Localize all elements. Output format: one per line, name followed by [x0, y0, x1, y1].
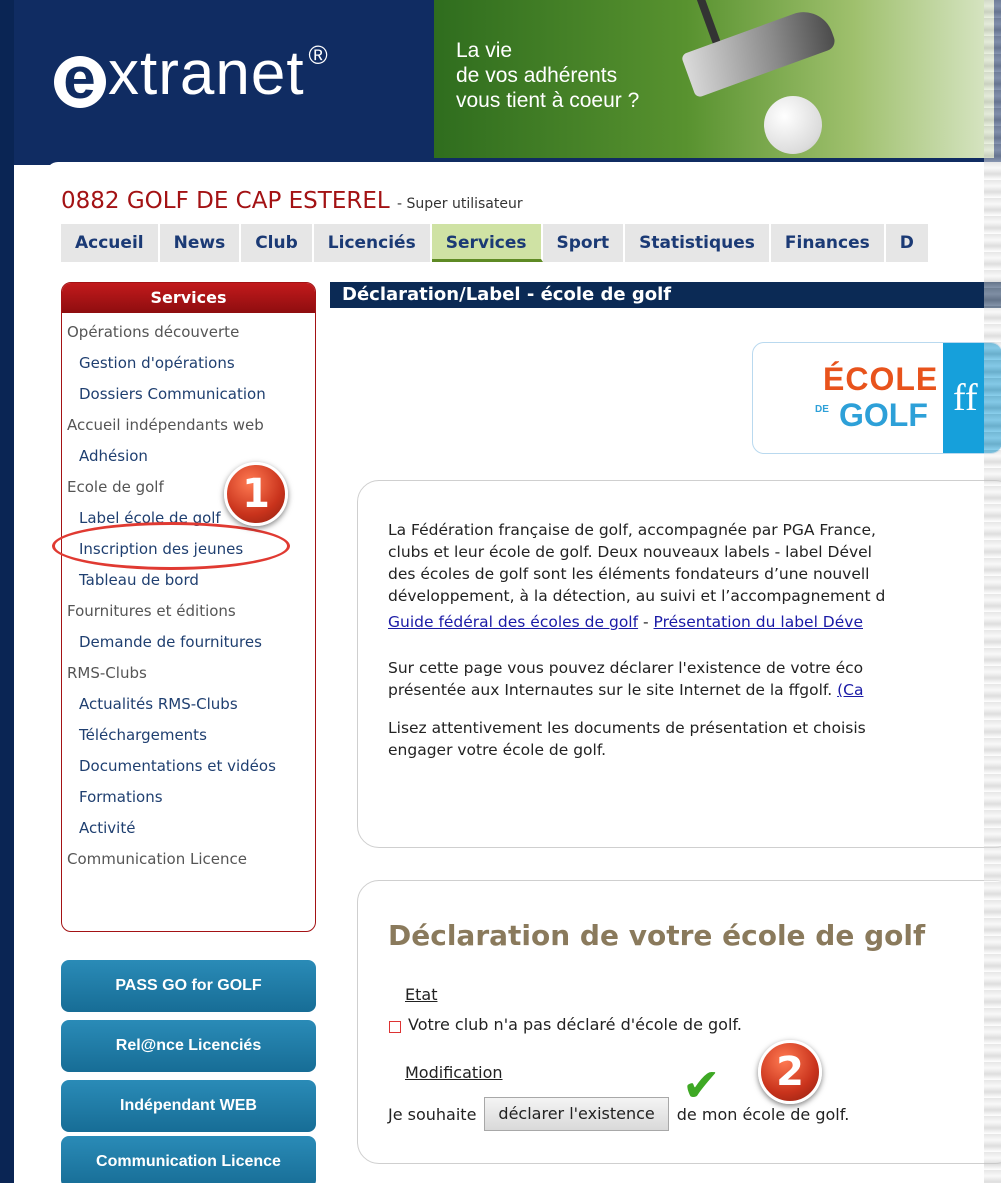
tab-statistiques[interactable]: Statistiques — [625, 224, 771, 262]
sidebar-category: Accueil indépendants web — [67, 416, 264, 434]
card-link[interactable]: (Ca — [837, 681, 863, 699]
golf-word: GOLF — [839, 397, 928, 433]
left-edge-bar — [0, 0, 14, 1183]
modification-label: Modification — [405, 1063, 503, 1082]
sidebar-item-formations[interactable]: Formations — [62, 782, 315, 813]
ecole-logo-mark: ÉCOLE DE GOLF — [809, 361, 939, 441]
step-marker-2: 2 — [758, 1040, 822, 1104]
status-box-icon — [389, 1021, 401, 1033]
sidebar-title: Services — [62, 283, 315, 313]
relance-licencies-button[interactable]: Rel@nce Licenciés — [61, 1020, 316, 1072]
modif-prefix: Je souhaite — [388, 1104, 477, 1124]
step-marker-1: 1 — [224, 462, 288, 526]
page-title: Déclaration/Label - école de golf — [330, 282, 1001, 308]
etat-label: Etat — [405, 985, 438, 1004]
sidebar-category: Opérations découverte — [67, 323, 240, 341]
tab-club[interactable]: Club — [241, 224, 314, 262]
intro-line: La Fédération française de golf, accompa… — [388, 521, 876, 539]
logo-e: e — [54, 50, 106, 108]
main-nav-tabs: Accueil News Club Licenciés Services Spo… — [61, 224, 930, 262]
etat-status-text: Votre club n'a pas déclaré d'école de go… — [408, 1015, 742, 1034]
tab-accueil[interactable]: Accueil — [61, 224, 160, 262]
tab-finances[interactable]: Finances — [770, 224, 886, 262]
para2-line: Sur cette page vous pouvez déclarer l'ex… — [388, 659, 864, 677]
pass-go-button[interactable]: PASS GO for GOLF — [61, 960, 316, 1012]
page: e xtranet ® La vie de vos adhérents vous t… — [0, 0, 1001, 1183]
sidebar-item-telechargements[interactable]: Téléchargements — [62, 720, 315, 751]
intro-line: des écoles de golf sont les éléments fon… — [388, 565, 870, 583]
declaration-panel: Déclaration de votre école de golf Etat … — [357, 880, 1001, 1164]
ecole-de-golf-logo: ÉCOLE DE GOLF ff — [752, 342, 1001, 454]
services-sidebar: Services Opérations découverte Gestion d… — [61, 282, 316, 932]
communication-licence-button[interactable]: Communication Licence — [61, 1136, 316, 1183]
presentation-label-link[interactable]: Présentation du label Déve — [654, 613, 863, 631]
club-name: 0882 GOLF DE CAP ESTEREL — [61, 188, 390, 214]
tab-services[interactable]: Services — [431, 224, 543, 262]
sidebar-item-documentations[interactable]: Documentations et vidéos — [62, 751, 315, 782]
banner-text: La vie de vos adhérents vous tient à coe… — [456, 38, 639, 113]
extranet-logo[interactable]: e xtranet ® — [54, 38, 329, 109]
guide-federal-link[interactable]: Guide fédéral des écoles de golf — [388, 613, 638, 631]
header: e xtranet ® La vie de vos adhérents vous t… — [14, 0, 1001, 165]
user-role: - Super utilisateur — [397, 196, 523, 212]
sidebar-item-gestion-operations[interactable]: Gestion d'opérations — [62, 348, 315, 379]
sidebar-item-adhesion[interactable]: Adhésion — [62, 441, 315, 472]
declaration-paragraph: Sur cette page vous pouvez déclarer l'ex… — [388, 657, 863, 701]
sidebar-item-dossiers-communication[interactable]: Dossiers Communication — [62, 379, 315, 410]
tab-sport[interactable]: Sport — [542, 224, 626, 262]
tab-licencies[interactable]: Licenciés — [313, 224, 432, 262]
para3-line: engager votre école de golf. — [388, 741, 607, 759]
sidebar-category: Fournitures et éditions — [67, 602, 236, 620]
intro-panel: La Fédération française de golf, accompa… — [357, 480, 1001, 848]
sidebar-item-communication-licence[interactable]: Communication Licence — [62, 844, 315, 875]
tab-documents[interactable]: D — [885, 224, 930, 262]
independant-web-button[interactable]: Indépendant WEB — [61, 1080, 316, 1132]
banner-line: de vos adhérents — [456, 64, 618, 87]
sidebar-item-activite[interactable]: Activité — [62, 813, 315, 844]
declarer-existence-button[interactable]: déclarer l'existence — [484, 1097, 669, 1131]
sidebar-item-actualites-rms[interactable]: Actualités RMS-Clubs — [62, 689, 315, 720]
golf-ball-image — [764, 96, 822, 154]
ecole-word: ÉCOLE — [823, 361, 939, 397]
sidebar-item-demande-fournitures[interactable]: Demande de fournitures — [62, 627, 315, 658]
banner-line: vous tient à coeur ? — [456, 89, 640, 112]
para2-line: présentée aux Internautes sur le site In… — [388, 679, 863, 701]
intro-line: développement, à la détection, au suivi … — [388, 587, 886, 605]
torn-edge — [984, 0, 1001, 1183]
banner-line: La vie — [456, 39, 513, 62]
tab-news[interactable]: News — [159, 224, 242, 262]
intro-paragraph: La Fédération française de golf, accompa… — [388, 519, 885, 607]
instruction-paragraph: Lisez attentivement les documents de pré… — [388, 717, 866, 761]
logo-text: xtranet — [108, 39, 305, 108]
intro-line: clubs et leur école de golf. Deux nouvea… — [388, 543, 872, 561]
checkmark-icon: ✔ — [682, 1058, 721, 1112]
club-title: 0882 GOLF DE CAP ESTEREL - Super utilisa… — [61, 188, 523, 214]
declaration-title: Déclaration de votre école de golf — [388, 919, 926, 952]
highlight-ellipse — [52, 522, 290, 570]
links-line: Guide fédéral des écoles de golf - Prése… — [388, 611, 863, 633]
de-word: DE — [815, 404, 829, 415]
sidebar-category: RMS-Clubs — [67, 664, 147, 682]
golf-banner[interactable]: La vie de vos adhérents vous tient à coe… — [434, 0, 994, 158]
logo-mark: ® — [308, 40, 329, 70]
para3-line: Lisez attentivement les documents de pré… — [388, 719, 866, 737]
link-separator: - — [638, 613, 654, 631]
para2-text: présentée aux Internautes sur le site In… — [388, 681, 838, 699]
sidebar-menu: Opérations découverte Gestion d'opératio… — [62, 317, 315, 875]
